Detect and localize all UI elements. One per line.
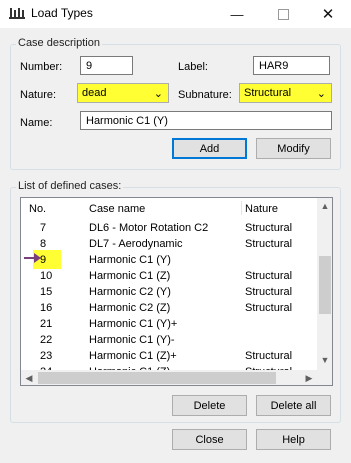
column-header-nature[interactable]: Nature [245, 203, 278, 215]
load-types-app-icon [9, 8, 25, 19]
row-case-name: DL7 - Aerodynamic [89, 238, 183, 250]
close-window-button[interactable]: ✕ [305, 0, 351, 28]
label-field[interactable]: HAR9 [253, 56, 330, 75]
table-row[interactable]: 10 Harmonic C1 (Z) Structural [21, 268, 317, 284]
row-case-name: Harmonic C2 (Z) [89, 302, 171, 314]
scroll-right-arrow-icon[interactable]: ▶ [301, 370, 317, 385]
row-no: 21 [40, 318, 53, 330]
row-nature: Structural [245, 350, 293, 362]
maximize-icon [277, 8, 289, 20]
subnature-label: Subnature: [178, 89, 232, 101]
title-bar: Load Types — ✕ [0, 0, 351, 28]
window-title: Load Types [31, 6, 93, 20]
nature-dropdown[interactable]: dead ⌄ [77, 83, 169, 103]
chevron-down-icon: ⌄ [316, 88, 326, 100]
chevron-down-icon: ⌄ [153, 88, 163, 100]
vertical-scroll-thumb[interactable] [319, 256, 331, 314]
table-row[interactable]: 15 Harmonic C2 (Y) Structural [21, 284, 317, 300]
table-row[interactable]: 23 Harmonic C1 (Z)+ Structural [21, 348, 317, 364]
table-row[interactable]: 22 Harmonic C1 (Y)- [21, 332, 317, 348]
row-no: 8 [40, 238, 47, 250]
name-label: Name: [20, 117, 53, 129]
nature-label: Nature: [20, 89, 57, 101]
row-case-name: Harmonic C1 (Z) [89, 270, 171, 282]
close-button[interactable]: Close [172, 429, 247, 450]
help-button[interactable]: Help [256, 429, 331, 450]
horizontal-scrollbar[interactable]: ◀ ▶ [21, 370, 317, 385]
table-row[interactable]: 21 Harmonic C1 (Y)+ [21, 316, 317, 332]
row-no: 7 [40, 222, 47, 234]
pointer-arrow-icon [24, 253, 41, 263]
subnature-dropdown[interactable]: Structural ⌄ [239, 83, 332, 103]
horizontal-scroll-thumb[interactable] [38, 372, 276, 384]
row-nature: Structural [245, 286, 293, 298]
name-field[interactable]: Harmonic C1 (Y) [80, 111, 332, 130]
case-description-legend: Case description [16, 37, 102, 49]
vertical-scrollbar[interactable]: ▲ ▼ [317, 198, 332, 370]
column-header-case-name[interactable]: Case name [89, 203, 145, 215]
column-divider [241, 201, 242, 215]
scrollbar-corner [317, 370, 332, 385]
delete-button[interactable]: Delete [172, 395, 247, 416]
table-row[interactable]: 16 Harmonic C2 (Z) Structural [21, 300, 317, 316]
row-no: 23 [40, 350, 53, 362]
row-case-name: DL6 - Motor Rotation C2 [89, 222, 209, 234]
row-no: 15 [40, 286, 53, 298]
number-field[interactable]: 9 [80, 56, 133, 75]
add-button[interactable]: Add [172, 138, 247, 159]
list-legend: List of defined cases: [16, 180, 124, 192]
row-case-name: Harmonic C1 (Z)+ [89, 350, 177, 362]
subnature-value: Structural [244, 87, 292, 99]
table-row[interactable]: 7 DL6 - Motor Rotation C2 Structural [21, 220, 317, 236]
list-header: No. Case name Nature [21, 198, 317, 216]
minimize-button[interactable]: — [214, 0, 260, 28]
row-case-name: Harmonic C2 (Y) [89, 286, 171, 298]
close-icon: ✕ [321, 6, 335, 23]
scroll-up-arrow-icon[interactable]: ▲ [317, 198, 332, 214]
nature-value: dead [82, 87, 107, 99]
row-nature: Structural [245, 270, 293, 282]
row-nature: Structural [245, 302, 293, 314]
label-label: Label: [178, 61, 208, 73]
row-case-name: Harmonic C1 (Y)+ [89, 318, 178, 330]
minimize-icon: — [230, 6, 244, 22]
column-header-no[interactable]: No. [29, 203, 46, 215]
modify-button[interactable]: Modify [256, 138, 331, 159]
table-row[interactable]: 8 DL7 - Aerodynamic Structural [21, 236, 317, 252]
scroll-down-arrow-icon[interactable]: ▼ [317, 352, 332, 368]
row-case-name: Harmonic C1 (Y) [89, 254, 171, 266]
row-no: 10 [40, 270, 53, 282]
maximize-button[interactable] [260, 0, 306, 28]
number-label: Number: [20, 61, 63, 73]
table-row-selected[interactable]: 9 Harmonic C1 (Y) [21, 250, 317, 269]
row-nature: Structural [245, 222, 293, 234]
row-no: 22 [40, 334, 53, 346]
scroll-left-arrow-icon[interactable]: ◀ [21, 370, 37, 385]
row-nature: Structural [245, 238, 293, 250]
row-no: 16 [40, 302, 53, 314]
row-case-name: Harmonic C1 (Y)- [89, 334, 175, 346]
cases-list[interactable]: No. Case name Nature 7 DL6 - Motor Rotat… [20, 197, 333, 386]
delete-all-button[interactable]: Delete all [256, 395, 331, 416]
